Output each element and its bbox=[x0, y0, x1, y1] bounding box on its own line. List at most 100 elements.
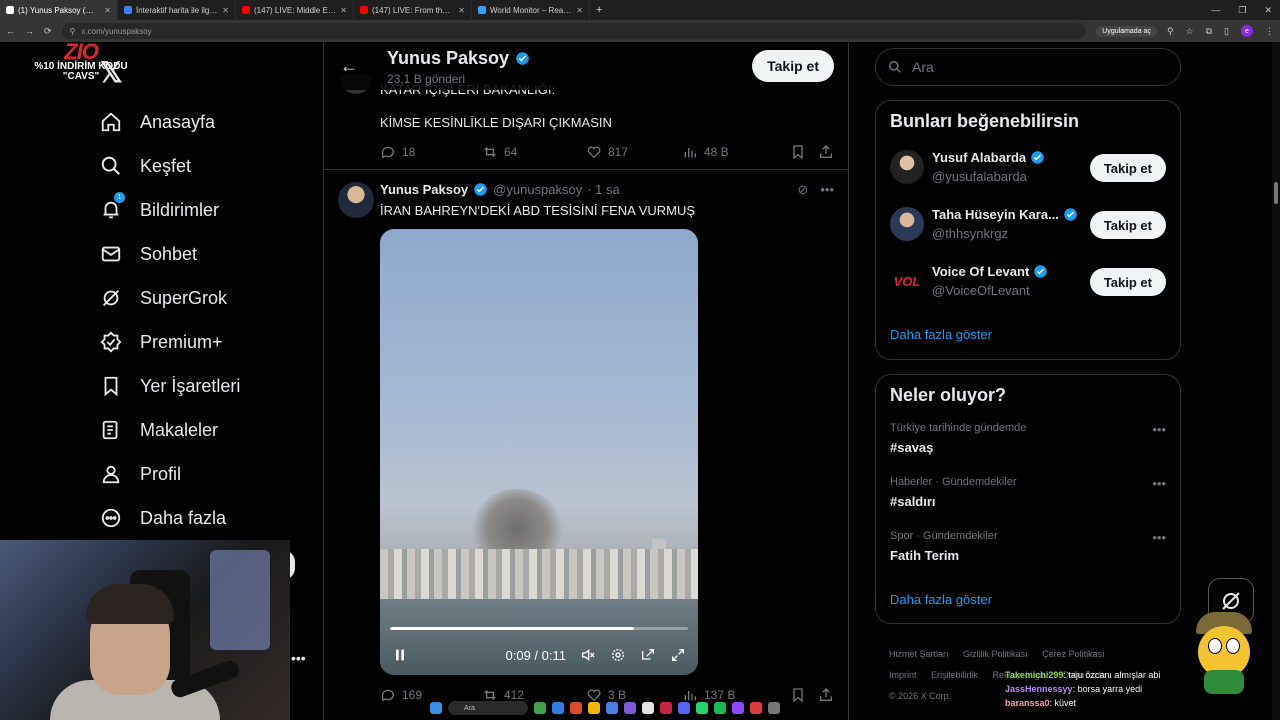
more-options-icon[interactable]: ••• bbox=[1152, 476, 1166, 491]
scrollbar-thumb[interactable] bbox=[1274, 182, 1278, 204]
share-button[interactable] bbox=[818, 144, 834, 160]
page-scrollbar[interactable] bbox=[1272, 42, 1280, 720]
follow-button[interactable]: Takip et bbox=[1089, 154, 1166, 182]
forward-nav-icon[interactable]: → bbox=[25, 26, 34, 36]
app-icon[interactable] bbox=[750, 702, 762, 714]
account-more-icon[interactable]: ••• bbox=[291, 650, 306, 666]
user-name[interactable]: Voice Of Levant bbox=[932, 264, 1048, 279]
tweet-time[interactable]: · 1 sa bbox=[587, 182, 620, 197]
close-tab-icon[interactable]: ✕ bbox=[576, 6, 583, 15]
trend-item[interactable]: Haberler · Gündemdekiler #saldırı ••• bbox=[876, 470, 1180, 524]
star-icon[interactable]: ☆ bbox=[1186, 26, 1194, 37]
nav-item-articles[interactable]: Makaleler bbox=[100, 408, 240, 452]
video-progress-bar[interactable] bbox=[390, 627, 688, 630]
close-tab-icon[interactable]: ✕ bbox=[104, 6, 111, 15]
open-in-app-button[interactable]: Uygulamada aç bbox=[1096, 25, 1157, 37]
settings-gear-icon[interactable] bbox=[610, 647, 626, 663]
show-more-link[interactable]: Daha fazla göster bbox=[876, 313, 1180, 356]
suggested-user[interactable]: VOL Voice Of Levant @VoiceOfLevant Takip… bbox=[876, 256, 1180, 313]
avatar[interactable] bbox=[338, 182, 374, 218]
menu-icon[interactable]: ⋮ bbox=[1265, 26, 1274, 37]
nav-item-premium[interactable]: Premium+ bbox=[100, 320, 240, 364]
spotify-icon[interactable] bbox=[714, 702, 726, 714]
views-button[interactable]: 48 B bbox=[682, 144, 790, 160]
browser-tab[interactable]: (147) LIVE: From the Middle Ea✕ bbox=[354, 0, 472, 20]
more-options-icon[interactable]: ••• bbox=[820, 182, 834, 198]
profile-avatar[interactable]: e bbox=[1241, 25, 1253, 37]
close-tab-icon[interactable]: ✕ bbox=[222, 6, 229, 15]
fullscreen-icon[interactable] bbox=[670, 647, 686, 663]
bookmark-button[interactable] bbox=[790, 144, 818, 160]
follow-button[interactable]: Takip et bbox=[1089, 268, 1166, 296]
trend-item[interactable]: Türkiye tarihinde gündemde #savaş ••• bbox=[876, 416, 1180, 470]
app-icon[interactable] bbox=[534, 702, 546, 714]
more-options-icon[interactable]: ••• bbox=[1152, 530, 1166, 545]
like-button[interactable]: 817 bbox=[586, 144, 682, 160]
close-tab-icon[interactable]: ✕ bbox=[340, 6, 347, 15]
footer-link[interactable]: Erişilebilirlik bbox=[931, 670, 978, 680]
nav-item-explore[interactable]: Keşfet bbox=[100, 144, 240, 188]
avatar[interactable] bbox=[890, 150, 924, 184]
pip-icon[interactable] bbox=[640, 647, 656, 663]
browser-tab[interactable]: İnteraktif harita ile ilgili son İn✕ bbox=[118, 0, 236, 20]
app-icon[interactable] bbox=[570, 702, 582, 714]
windows-start-icon[interactable] bbox=[430, 702, 442, 714]
zoom-icon[interactable]: ⚲ bbox=[1167, 26, 1174, 37]
footer-link[interactable]: Çerez Politikası bbox=[1042, 649, 1105, 659]
user-name[interactable]: Yusuf Alabarda bbox=[932, 150, 1045, 165]
nav-item-home[interactable]: Anasayfa bbox=[100, 100, 240, 144]
follow-button[interactable]: Takip et bbox=[752, 50, 834, 82]
minimize-icon[interactable]: — bbox=[1211, 5, 1220, 15]
nav-item-bookmarks[interactable]: Yer İşaretleri bbox=[100, 364, 240, 408]
author-name[interactable]: Yunus Paksoy bbox=[380, 182, 468, 197]
site-info-icon[interactable]: ⚲ bbox=[70, 27, 76, 36]
tweet[interactable]: Yunus Paksoy @yunuspaksoy · 1 sa ⊘ ••• İ… bbox=[324, 171, 848, 720]
nav-item-profile[interactable]: Profil bbox=[100, 452, 240, 496]
reply-button[interactable]: 18 bbox=[380, 144, 482, 160]
nav-item-chat[interactable]: Sohbet bbox=[100, 232, 240, 276]
address-bar[interactable]: ⚲ x.com/yunuspaksoy bbox=[61, 23, 1087, 39]
video-player[interactable]: 0:09 / 0:11 bbox=[380, 229, 698, 675]
footer-link[interactable]: Imprint bbox=[889, 670, 917, 680]
new-tab-icon[interactable]: + bbox=[590, 4, 608, 16]
taskbar-search[interactable]: Ara bbox=[448, 701, 528, 715]
suggested-user[interactable]: Taha Hüseyin Kara... @thhsynkrgz Takip e… bbox=[876, 199, 1180, 256]
trend-item[interactable]: Spor · Gündemdekiler Fatih Terim ••• bbox=[876, 524, 1180, 578]
repost-button[interactable]: 64 bbox=[482, 144, 586, 160]
app-icon[interactable] bbox=[660, 702, 672, 714]
nav-item-notifications[interactable]: 1 Bildirimler bbox=[100, 188, 240, 232]
avatar[interactable] bbox=[890, 207, 924, 241]
previous-tweet[interactable]: KATAR İÇİŞLERİ BAKANLIĞI: KİMSE KESİNLİK… bbox=[324, 74, 848, 170]
avatar[interactable]: VOL bbox=[890, 264, 924, 298]
app-icon[interactable] bbox=[606, 702, 618, 714]
x-logo-icon[interactable]: 𝕏 bbox=[100, 56, 123, 89]
nav-item-more[interactable]: Daha fazla bbox=[100, 496, 240, 540]
search-input[interactable]: Ara bbox=[875, 48, 1181, 86]
browser-tab[interactable]: (1) Yunus Paksoy (@yunuspaks✕ bbox=[0, 0, 118, 20]
back-arrow-icon[interactable]: ← bbox=[340, 56, 358, 77]
app-icon[interactable] bbox=[642, 702, 654, 714]
footer-link[interactable]: Hizmet Şartları bbox=[889, 649, 949, 659]
footer-link[interactable]: Gizlilik Politikası bbox=[963, 649, 1028, 659]
whatsapp-icon[interactable] bbox=[696, 702, 708, 714]
user-name[interactable]: Taha Hüseyin Kara... bbox=[932, 207, 1078, 222]
mute-icon[interactable] bbox=[580, 647, 596, 663]
back-nav-icon[interactable]: ← bbox=[6, 26, 15, 36]
suggested-user[interactable]: Yusuf Alabarda @yusufalabarda Takip et bbox=[876, 142, 1180, 199]
nav-item-supergrok[interactable]: SuperGrok bbox=[100, 276, 240, 320]
app-icon[interactable] bbox=[768, 702, 780, 714]
sidebar-icon[interactable]: ▯ bbox=[1224, 26, 1229, 37]
pause-icon[interactable] bbox=[392, 647, 408, 663]
grok-icon[interactable]: ⊘ bbox=[797, 182, 808, 198]
app-icon[interactable] bbox=[624, 702, 636, 714]
folder-icon[interactable] bbox=[588, 702, 600, 714]
discord-icon[interactable] bbox=[678, 702, 690, 714]
close-tab-icon[interactable]: ✕ bbox=[458, 6, 465, 15]
twitch-icon[interactable] bbox=[732, 702, 744, 714]
extensions-icon[interactable]: ⧉ bbox=[1206, 26, 1212, 37]
show-more-link[interactable]: Daha fazla göster bbox=[876, 578, 1180, 621]
reload-icon[interactable]: ⟳ bbox=[44, 26, 52, 37]
author-handle[interactable]: @yunuspaksoy bbox=[493, 182, 582, 197]
browser-tab[interactable]: (147) LIVE: Middle East real-tim✕ bbox=[236, 0, 354, 20]
browser-tab[interactable]: World Monitor – Real-Time Glo✕ bbox=[472, 0, 590, 20]
